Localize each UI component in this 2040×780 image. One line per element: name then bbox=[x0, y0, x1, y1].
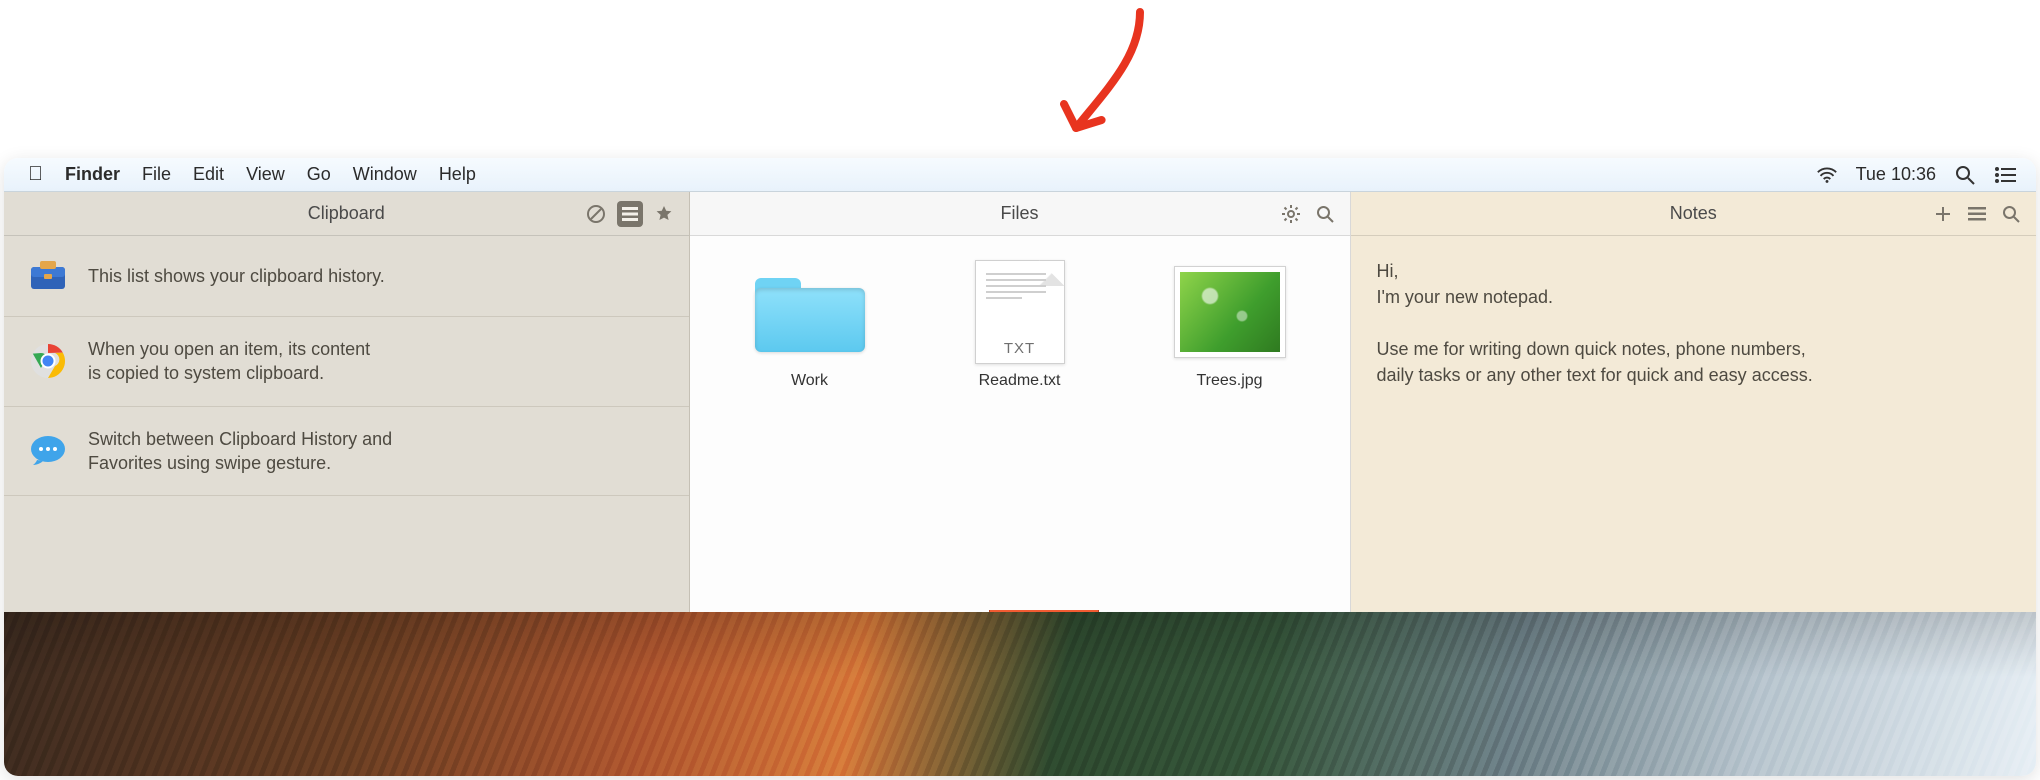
case-icon bbox=[28, 256, 68, 296]
files-title: Files bbox=[1000, 203, 1038, 224]
menu-view[interactable]: View bbox=[246, 164, 285, 185]
clipboard-header: Clipboard bbox=[4, 192, 689, 236]
clipboard-item-text: Switch between Clipboard History and Fav… bbox=[88, 427, 392, 476]
menu-window[interactable]: Window bbox=[353, 164, 417, 185]
clipboard-item[interactable]: This list shows your clipboard history. bbox=[4, 236, 689, 317]
menu-go[interactable]: Go bbox=[307, 164, 331, 185]
clipboard-item[interactable]: When you open an item, its content is co… bbox=[4, 317, 689, 407]
menubar-app-name[interactable]: Finder bbox=[65, 164, 120, 185]
file-item-folder[interactable]: Work bbox=[740, 262, 880, 390]
list-view-icon[interactable] bbox=[617, 201, 643, 227]
clipboard-item[interactable]: Switch between Clipboard History and Fav… bbox=[4, 407, 689, 497]
file-ext-label: TXT bbox=[976, 340, 1064, 357]
clipboard-item-text: This list shows your clipboard history. bbox=[88, 264, 385, 288]
files-header: Files bbox=[690, 192, 1350, 236]
notes-pane: Notes Hi, I'm your new notepad. Use m bbox=[1351, 192, 2037, 612]
desktop-wallpaper bbox=[4, 612, 2036, 776]
messages-icon bbox=[28, 431, 68, 471]
gear-icon[interactable] bbox=[1278, 201, 1304, 227]
file-item-image[interactable]: Trees.jpg bbox=[1160, 262, 1300, 390]
menu-edit[interactable]: Edit bbox=[193, 164, 224, 185]
file-label: Work bbox=[791, 372, 828, 390]
notes-body[interactable]: Hi, I'm your new notepad. Use me for wri… bbox=[1351, 236, 2037, 410]
clear-icon[interactable] bbox=[583, 201, 609, 227]
file-item-txt[interactable]: TXT Readme.txt bbox=[950, 262, 1090, 390]
txt-file-icon: TXT bbox=[975, 260, 1065, 364]
clipboard-item-text: When you open an item, its content is co… bbox=[88, 337, 370, 386]
file-label: Readme.txt bbox=[979, 372, 1061, 390]
image-thumb-icon bbox=[1174, 266, 1286, 358]
desktop-window:  Finder File Edit View Go Window Help T… bbox=[4, 158, 2036, 776]
menubar-clock[interactable]: Tue 10:36 bbox=[1856, 164, 1936, 185]
wifi-icon[interactable] bbox=[1816, 164, 1838, 186]
file-label: Trees.jpg bbox=[1196, 372, 1262, 390]
search-icon[interactable] bbox=[1998, 201, 2024, 227]
chrome-icon bbox=[28, 341, 68, 381]
add-icon[interactable] bbox=[1930, 201, 1956, 227]
lines-icon[interactable] bbox=[1964, 201, 1990, 227]
clipboard-pane: Clipboard bbox=[4, 192, 690, 612]
star-icon[interactable] bbox=[651, 201, 677, 227]
search-icon[interactable] bbox=[1312, 201, 1338, 227]
menu-file[interactable]: File bbox=[142, 164, 171, 185]
folder-icon bbox=[755, 272, 865, 352]
notes-title: Notes bbox=[1670, 203, 1717, 224]
menubar:  Finder File Edit View Go Window Help T… bbox=[4, 158, 2036, 192]
menu-help[interactable]: Help bbox=[439, 164, 476, 185]
clipboard-title: Clipboard bbox=[308, 203, 385, 224]
files-pane: Files Work bbox=[690, 192, 1351, 612]
notes-header: Notes bbox=[1351, 192, 2037, 236]
annotation-arrow bbox=[1000, 0, 1200, 160]
apple-menu-icon[interactable]:  bbox=[28, 163, 43, 186]
spotlight-icon[interactable] bbox=[1954, 164, 1976, 186]
menu-list-icon[interactable] bbox=[1994, 164, 2016, 186]
